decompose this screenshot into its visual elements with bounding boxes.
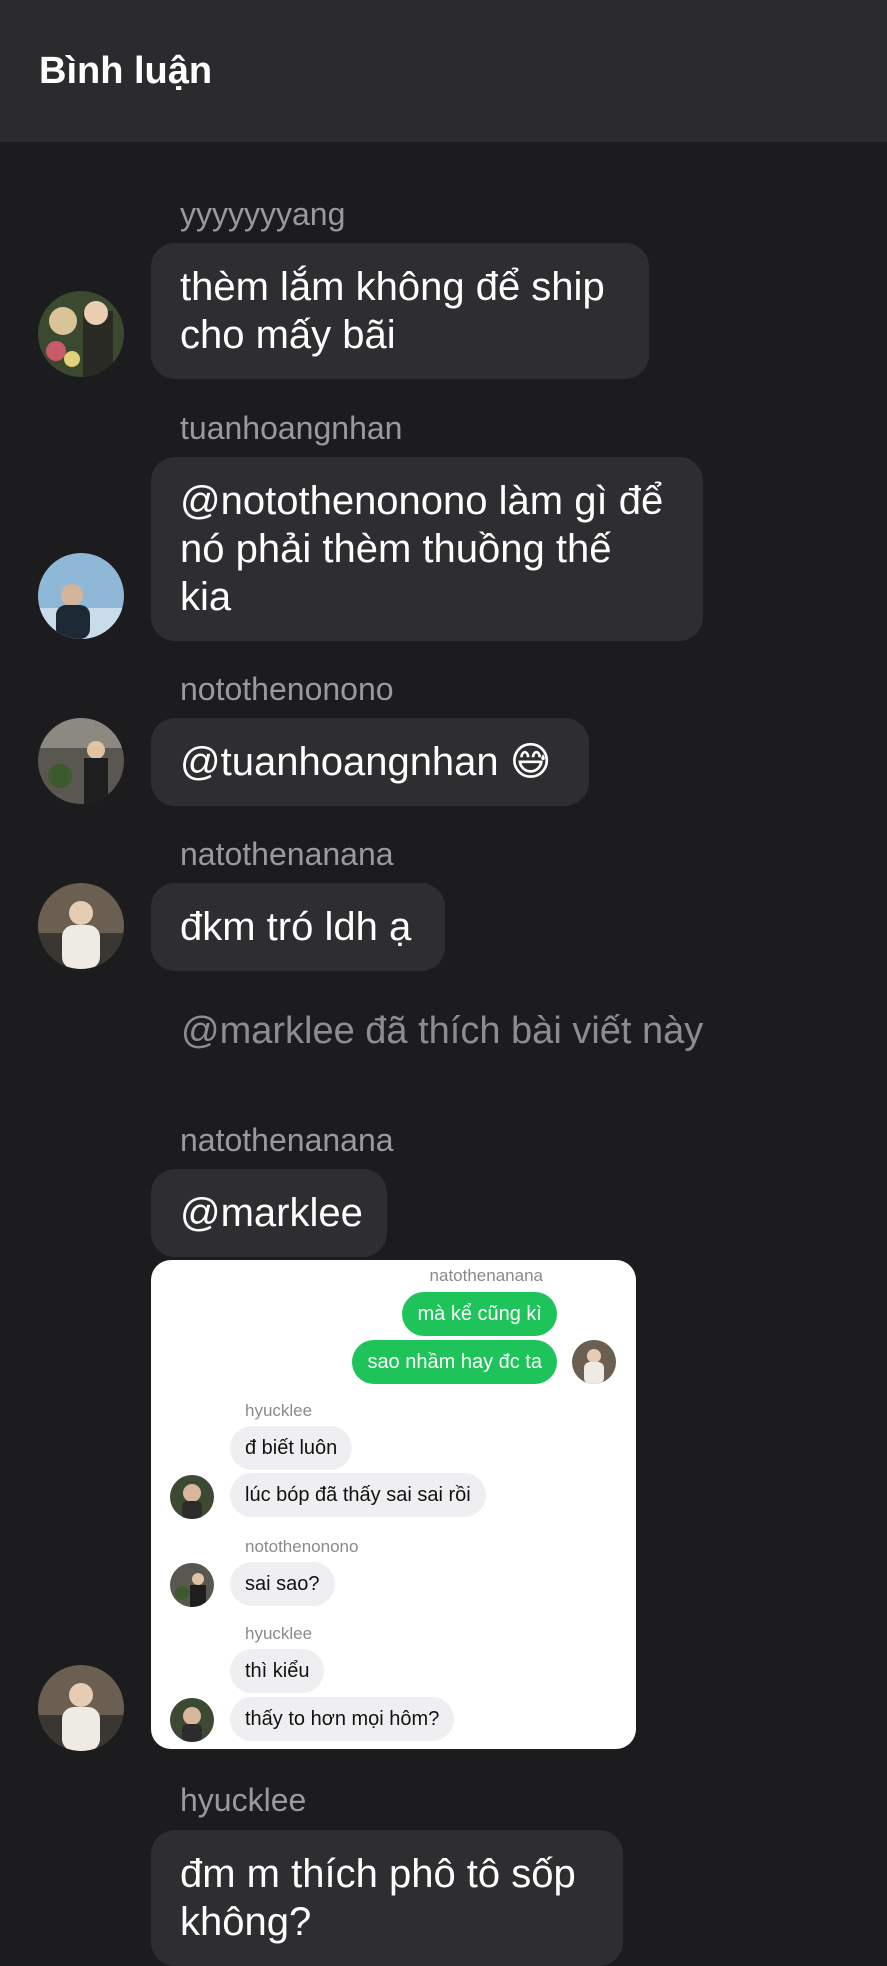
like-notice: @marklee đã thích bài viết này [181,1010,704,1052]
screenshot-avatar [572,1340,616,1384]
avatar[interactable] [38,291,124,377]
comment-bubble[interactable]: @notothenonono làm gì để nó phải thèm th… [151,457,703,641]
screenshot-message: sai sao? [230,1562,335,1606]
screenshot-sender-name: natothenanana [429,1266,543,1285]
page-title: Bình luận [39,50,213,92]
header-bar: Bình luận [0,0,887,142]
screenshot-message: lúc bóp đã thấy sai sai rồi [230,1473,486,1517]
comment-username[interactable]: yyyyyyyang [180,196,345,233]
screenshot-message: thấy to hơn mọi hôm? [230,1697,455,1741]
comment-username[interactable]: hyucklee [180,1782,306,1819]
avatar[interactable] [38,553,124,639]
avatar[interactable] [38,718,124,804]
screenshot-username: hyucklee [245,1624,313,1643]
screenshot-avatar [170,1563,214,1607]
comment-bubble[interactable]: đkm tró ldh ạ [151,883,445,971]
screenshot-username: hyucklee [245,1401,313,1420]
screenshot-message: thì kiểu [230,1649,325,1693]
comment-username[interactable]: natothenanana [180,836,394,873]
comment-username[interactable]: tuanhoangnhan [180,410,402,447]
comment-bubble[interactable]: thèm lắm không để ship cho mấy bãi [151,243,649,379]
avatar[interactable] [38,883,124,969]
screenshot-sent-message: mà kể cũng kì [402,1292,557,1336]
comment-username[interactable]: notothenonono [180,671,394,708]
shared-screenshot-image[interactable]: natothenanana mà kể cũng kì sao nhầm hay… [151,1260,636,1749]
avatar[interactable] [38,1665,124,1751]
screenshot-username: notothenonono [245,1537,359,1556]
screenshot-message: đ biết luôn [230,1426,353,1470]
screenshot-avatar [170,1698,214,1742]
comment-bubble[interactable]: @tuanhoangnhan 😅 [151,718,589,806]
comment-bubble[interactable]: đm m thích phô tô sốp không? [151,1830,623,1966]
screenshot-sent-message: sao nhầm hay đc ta [352,1340,557,1384]
screenshot-avatar [170,1475,214,1519]
comment-bubble[interactable]: @marklee [151,1169,387,1257]
comment-username[interactable]: natothenanana [180,1122,394,1159]
